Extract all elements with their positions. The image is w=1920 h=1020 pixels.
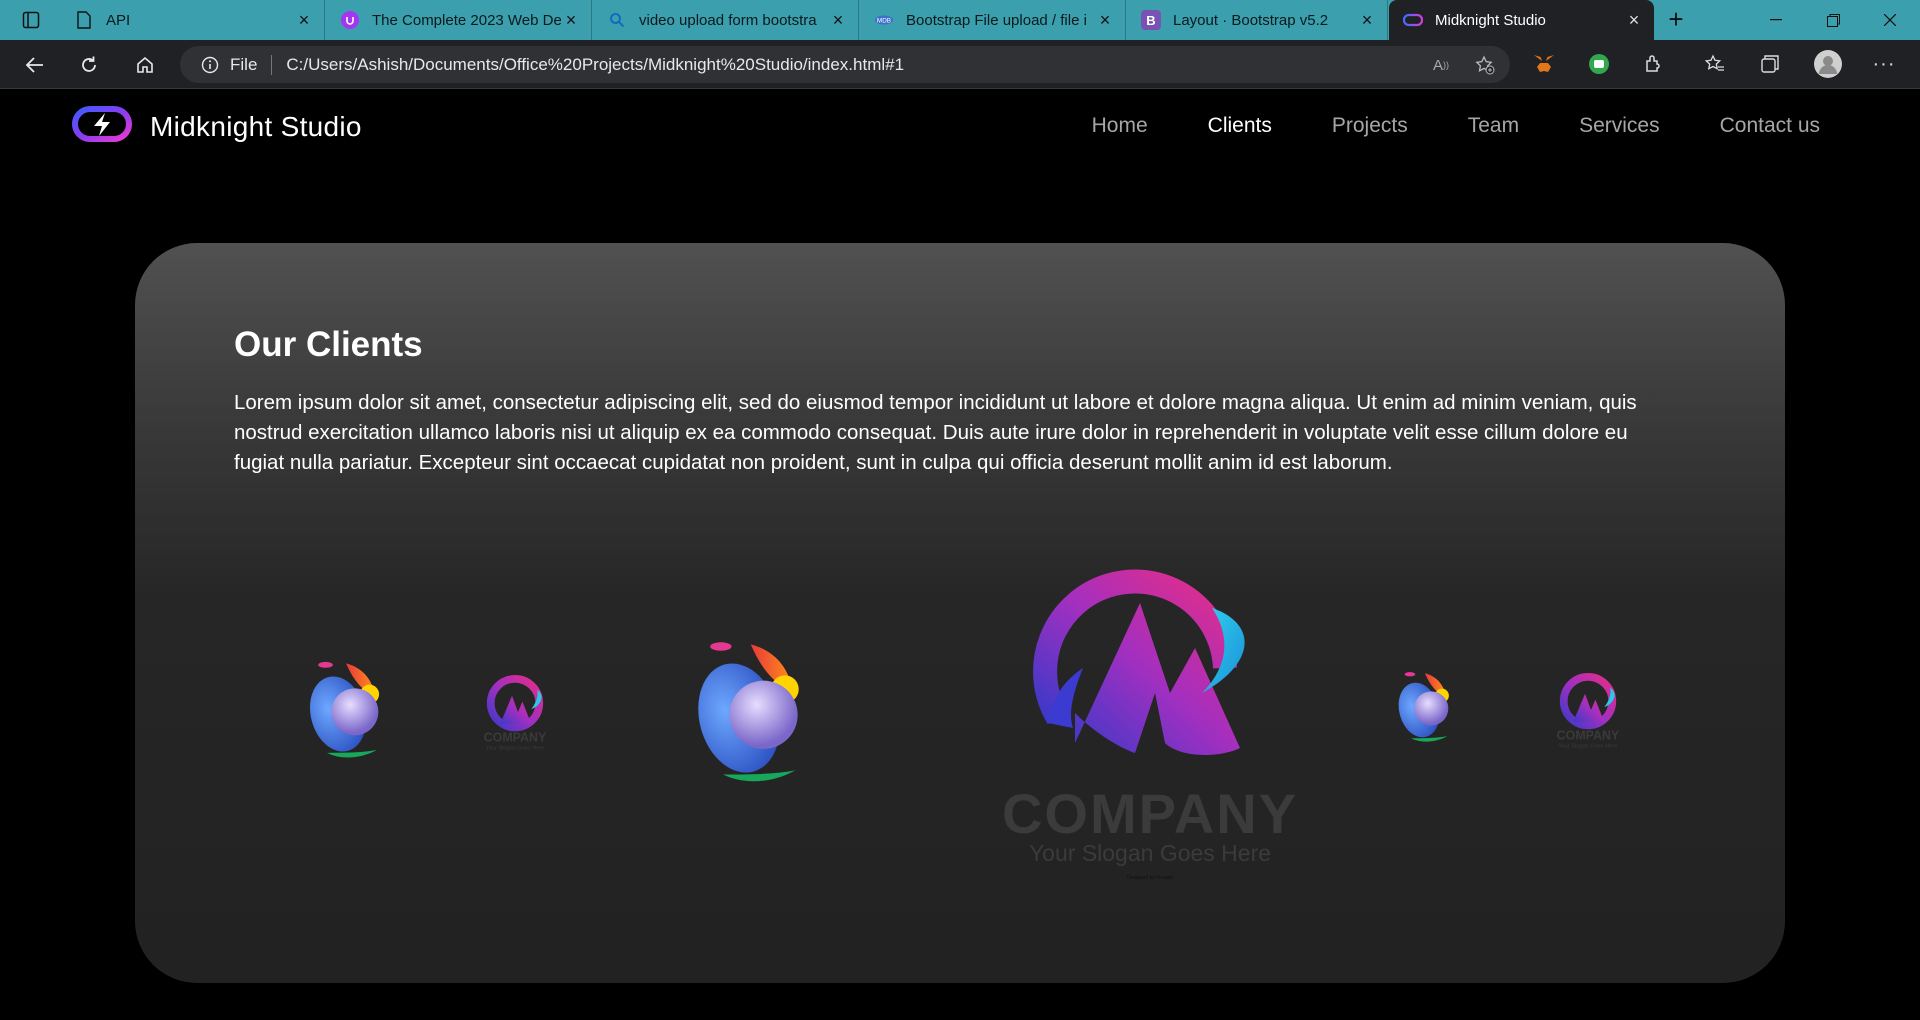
favorites-icon[interactable] (1703, 52, 1727, 76)
tab-actions-icon[interactable] (14, 8, 48, 32)
close-icon[interactable]: × (1624, 10, 1644, 30)
client-logo-orb[interactable] (1395, 669, 1475, 751)
company-logo-name: COMPANY (1002, 782, 1298, 845)
close-icon[interactable]: × (294, 10, 314, 30)
browser-tab[interactable]: B Layout · Bootstrap v5.2 × (1127, 0, 1388, 40)
grammar-extension-icon[interactable] (1587, 52, 1611, 76)
company-logo-slogan: Your Slogan Goes Here (1558, 744, 1617, 750)
client-logo-orb[interactable] (691, 637, 851, 799)
site-header: Midknight Studio Home Clients Projects T… (0, 90, 1920, 160)
close-window-button[interactable] (1862, 0, 1918, 40)
company-logo-slogan: Your Slogan Goes Here (485, 746, 544, 752)
nav-link-home[interactable]: Home (1092, 114, 1148, 138)
svg-text:B: B (1146, 13, 1155, 28)
browser-tab-bar: API × The Complete 2023 Web De × video u… (0, 0, 1920, 40)
add-favorite-icon[interactable] (1474, 54, 1496, 76)
company-logo-name: COMPANY (1557, 729, 1620, 743)
midknight-logo-icon (72, 104, 132, 149)
tab-title: Bootstrap File upload / file i (906, 11, 1087, 29)
browser-tab[interactable]: The Complete 2023 Web De × (326, 0, 592, 40)
url-text[interactable]: C:/Users/Ashish/Documents/Office%20Proje… (286, 55, 904, 75)
midknight-icon (1403, 10, 1423, 30)
profile-avatar[interactable] (1814, 50, 1842, 78)
tab-title: API (106, 11, 131, 29)
restore-button[interactable] (1805, 0, 1861, 40)
company-logo-credit: Designed by Freepik (1127, 875, 1173, 881)
more-options-icon[interactable]: ··· (1872, 52, 1896, 76)
client-logo-company[interactable]: COMPANY Your Slogan Goes Here (475, 675, 555, 755)
bootstrap-icon: B (1141, 10, 1161, 30)
metamask-extension-icon[interactable] (1532, 52, 1556, 76)
divider (271, 54, 273, 75)
nav-link-services[interactable]: Services (1579, 114, 1660, 138)
company-logo-slogan: Your Slogan Goes Here (1029, 840, 1271, 866)
browser-toolbar: File C:/Users/Ashish/Documents/Office%20… (0, 40, 1920, 89)
close-icon[interactable]: × (1095, 10, 1115, 30)
browser-tab[interactable]: video upload form bootstra × (593, 0, 859, 40)
clients-section: Our Clients Lorem ipsum dolor sit amet, … (135, 243, 1785, 983)
nav-link-team[interactable]: Team (1468, 114, 1519, 138)
client-logo-company[interactable]: COMPANY Your Slogan Goes Here (1548, 673, 1628, 753)
minimize-button[interactable] (1748, 0, 1804, 40)
new-tab-button[interactable]: + (1662, 6, 1690, 34)
tab-title: Midknight Studio (1435, 11, 1546, 29)
main-nav: Home Clients Projects Team Services Cont… (1032, 114, 1820, 138)
collections-icon[interactable] (1758, 52, 1782, 76)
refresh-button[interactable] (72, 48, 106, 82)
nav-link-clients[interactable]: Clients (1208, 114, 1272, 138)
close-icon[interactable]: × (828, 10, 848, 30)
extensions-icon[interactable] (1641, 52, 1665, 76)
back-button[interactable] (18, 48, 52, 82)
read-aloud-icon[interactable]: A)) (1430, 54, 1452, 76)
brand-name: Midknight Studio (150, 110, 362, 142)
client-logo-orb[interactable] (305, 658, 415, 770)
browser-tab-active[interactable]: Midknight Studio × (1389, 0, 1654, 40)
close-icon[interactable]: × (561, 10, 581, 30)
url-scheme-label: File (230, 54, 258, 74)
udemy-icon (340, 10, 360, 30)
nav-link-projects[interactable]: Projects (1332, 114, 1408, 138)
section-title: Our Clients (234, 325, 423, 364)
svg-text:MDB: MDB (877, 18, 891, 25)
search-icon (607, 10, 627, 30)
section-description: Lorem ipsum dolor sit amet, consectetur … (234, 391, 1637, 474)
tab-title: video upload form bootstra (639, 11, 817, 29)
home-button[interactable] (128, 48, 162, 82)
nav-link-contact[interactable]: Contact us (1720, 114, 1820, 138)
browser-tab[interactable]: MDB Bootstrap File upload / file i × (860, 0, 1126, 40)
client-logo-company-featured[interactable]: COMPANY Your Slogan Goes Here Designed b… (1000, 563, 1300, 883)
close-icon[interactable]: × (1357, 10, 1377, 30)
browser-tab[interactable]: API × (60, 0, 325, 40)
info-icon[interactable] (200, 55, 220, 75)
address-bar[interactable]: File C:/Users/Ashish/Documents/Office%20… (180, 46, 1510, 83)
mdb-icon: MDB (874, 10, 894, 30)
tab-title: The Complete 2023 Web De (372, 11, 561, 29)
brand[interactable]: Midknight Studio (72, 104, 362, 149)
company-logo-name: COMPANY (484, 731, 547, 745)
page-icon (74, 10, 94, 30)
tab-title: Layout · Bootstrap v5.2 (1173, 11, 1329, 29)
